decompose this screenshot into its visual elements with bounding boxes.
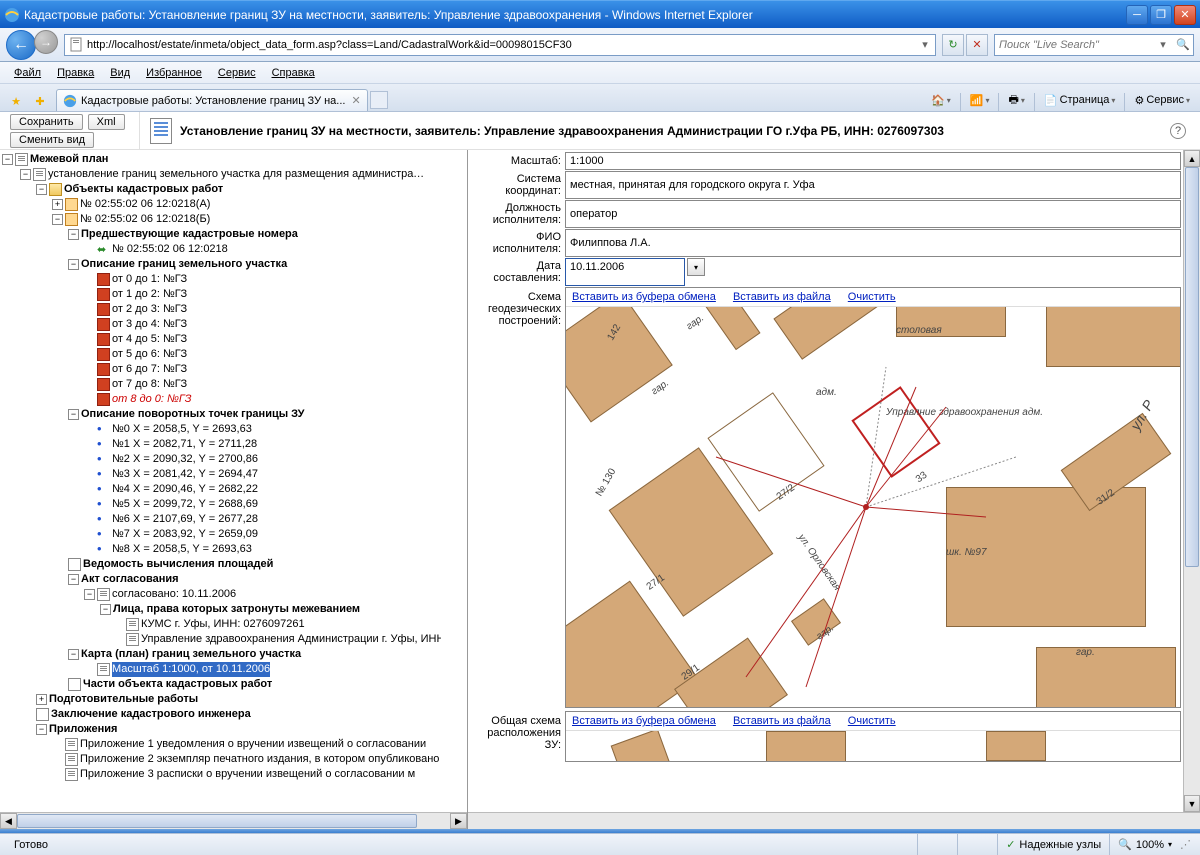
page-icon	[69, 37, 85, 53]
tab-label: Кадастровые работы: Установление границ …	[81, 95, 345, 107]
add-favorites-icon[interactable]: ✚	[30, 91, 50, 111]
coord-label: Система координат:	[470, 171, 565, 199]
rss-button[interactable]: 📶▾	[966, 89, 994, 111]
app-toolbar: Сохранить Xml Сменить вид Установление г…	[0, 112, 1200, 150]
window-title: Кадастровые работы: Установление границ …	[24, 8, 1126, 22]
position-label: Должность исполнителя:	[470, 200, 565, 228]
browser-tab[interactable]: Кадастровые работы: Установление границ …	[56, 89, 368, 111]
search-box[interactable]: ▾ 🔍	[994, 34, 1194, 56]
selected-tree-item[interactable]: Масштаб 1:1000, от 10.11.2006	[112, 662, 270, 677]
minimize-button[interactable]: ─	[1126, 5, 1148, 25]
tab-bar: ★ ✚ Кадастровые работы: Установление гра…	[0, 84, 1200, 112]
map-container: Вставить из буфера обмена Вставить из фа…	[565, 287, 1181, 708]
position-field[interactable]: оператор	[565, 200, 1181, 228]
from-file-link-2[interactable]: Вставить из файла	[733, 715, 831, 727]
status-nodes: ✓Надежные узлы	[997, 834, 1109, 855]
zoom-icon: 🔍	[1118, 838, 1132, 851]
paste-link[interactable]: Вставить из буфера обмена	[572, 291, 716, 303]
home-button[interactable]: 🏠▾	[927, 89, 955, 111]
scroll-right-icon[interactable]: ▶	[450, 813, 467, 829]
scroll-up-icon[interactable]: ▲	[1184, 150, 1200, 167]
form-horizontal-scrollbar[interactable]	[468, 812, 1200, 829]
menu-favorites[interactable]: Избранное	[138, 65, 210, 81]
fio-label: ФИО исполнителя:	[470, 229, 565, 257]
date-picker-button[interactable]: ▾	[687, 258, 705, 276]
cadastral-map: столовая адм. Управлние здравоохранения …	[566, 307, 1180, 707]
tree-panel: −Межевой план −установление границ земел…	[0, 150, 468, 829]
print-button[interactable]: 🖶▾	[1004, 89, 1028, 111]
status-empty2	[957, 834, 997, 855]
change-view-button[interactable]: Сменить вид	[10, 132, 94, 148]
arrow-icon	[97, 243, 110, 256]
scroll-thumb[interactable]	[17, 814, 417, 828]
search-button[interactable]: 🔍	[1173, 38, 1193, 51]
clear-link[interactable]: Очистить	[848, 291, 896, 303]
tools-menu[interactable]: ⚙Сервис▾	[1130, 89, 1194, 111]
menu-view[interactable]: Вид	[102, 65, 138, 81]
browser-navbar: ← → ▾ ↻ ✕ ▾ 🔍	[0, 28, 1200, 62]
hex-icon	[65, 198, 78, 211]
address-bar[interactable]: ▾	[64, 34, 936, 56]
menu-bar: Файл Правка Вид Избранное Сервис Справка	[0, 62, 1200, 84]
collapse-icon[interactable]: −	[2, 154, 13, 165]
ie-icon	[4, 7, 20, 23]
scheme-label: Схема геодезических построений:	[470, 287, 565, 708]
segment-icon	[97, 273, 110, 286]
layout-label: Общая схема расположения ЗУ:	[470, 711, 565, 762]
document-icon	[150, 118, 172, 144]
close-button[interactable]: ✕	[1174, 5, 1196, 25]
content-area: Сохранить Xml Сменить вид Установление г…	[0, 112, 1200, 833]
menu-help[interactable]: Справка	[264, 65, 323, 81]
menu-tools[interactable]: Сервис	[210, 65, 264, 81]
folder-icon	[49, 183, 62, 196]
back-button[interactable]: ←	[6, 30, 36, 60]
scroll-down-icon[interactable]: ▼	[1184, 795, 1200, 812]
search-input[interactable]	[995, 39, 1153, 51]
date-input[interactable]: 10.11.2006	[565, 258, 685, 286]
layout-map	[566, 731, 1180, 761]
tab-close-icon[interactable]: ✕	[351, 94, 360, 107]
survey-lines	[566, 307, 1180, 707]
doc-icon	[15, 153, 28, 166]
status-bar: Готово ✓Надежные узлы 🔍100%▾ ⋰	[0, 833, 1200, 855]
status-ready: Готово	[6, 834, 917, 855]
maximize-button[interactable]: ❐	[1150, 5, 1172, 25]
xml-button[interactable]: Xml	[88, 114, 125, 130]
menu-file[interactable]: Файл	[6, 65, 49, 81]
checkbox-icon[interactable]	[68, 558, 81, 571]
page-menu[interactable]: 📄Страница▾	[1040, 89, 1120, 111]
date-label: Дата составления:	[470, 258, 565, 286]
form-panel: Масштаб: 1:1000 Система координат: местн…	[468, 150, 1200, 829]
favorites-star-icon[interactable]: ★	[6, 91, 26, 111]
coord-field[interactable]: местная, принятая для городского округа …	[565, 171, 1181, 199]
ie-small-icon	[63, 94, 77, 108]
help-icon[interactable]: ?	[1170, 123, 1186, 139]
stop-button[interactable]: ✕	[966, 34, 988, 56]
paste-link-2[interactable]: Вставить из буфера обмена	[572, 715, 716, 727]
url-dropdown[interactable]: ▾	[917, 38, 933, 51]
fio-field[interactable]: Филиппова Л.А.	[565, 229, 1181, 257]
tree-root[interactable]: Межевой план	[30, 152, 108, 167]
search-dropdown[interactable]: ▾	[1153, 38, 1173, 51]
scale-field[interactable]: 1:1000	[565, 152, 1181, 170]
tree-horizontal-scrollbar[interactable]: ◀ ▶	[0, 812, 467, 829]
refresh-button[interactable]: ↻	[942, 34, 964, 56]
page-title: Установление границ ЗУ на местности, зая…	[180, 124, 1162, 138]
form-vertical-scrollbar[interactable]: ▲ ▼	[1183, 150, 1200, 812]
menu-edit[interactable]: Правка	[49, 65, 102, 81]
scale-label: Масштаб:	[470, 152, 565, 170]
zoom-section[interactable]: 🔍100%▾	[1109, 834, 1180, 855]
point-icon	[97, 423, 110, 436]
new-tab-button[interactable]	[370, 91, 388, 109]
scroll-left-icon[interactable]: ◀	[0, 813, 17, 829]
clear-link-2[interactable]: Очистить	[848, 715, 896, 727]
resize-grip[interactable]: ⋰	[1180, 838, 1194, 851]
save-button[interactable]: Сохранить	[10, 114, 83, 130]
url-input[interactable]	[87, 39, 917, 51]
window-titlebar: Кадастровые работы: Установление границ …	[0, 0, 1200, 28]
forward-button[interactable]: →	[34, 30, 58, 54]
layout-container: Вставить из буфера обмена Вставить из фа…	[565, 711, 1181, 762]
from-file-link[interactable]: Вставить из файла	[733, 291, 831, 303]
status-empty1	[917, 834, 957, 855]
